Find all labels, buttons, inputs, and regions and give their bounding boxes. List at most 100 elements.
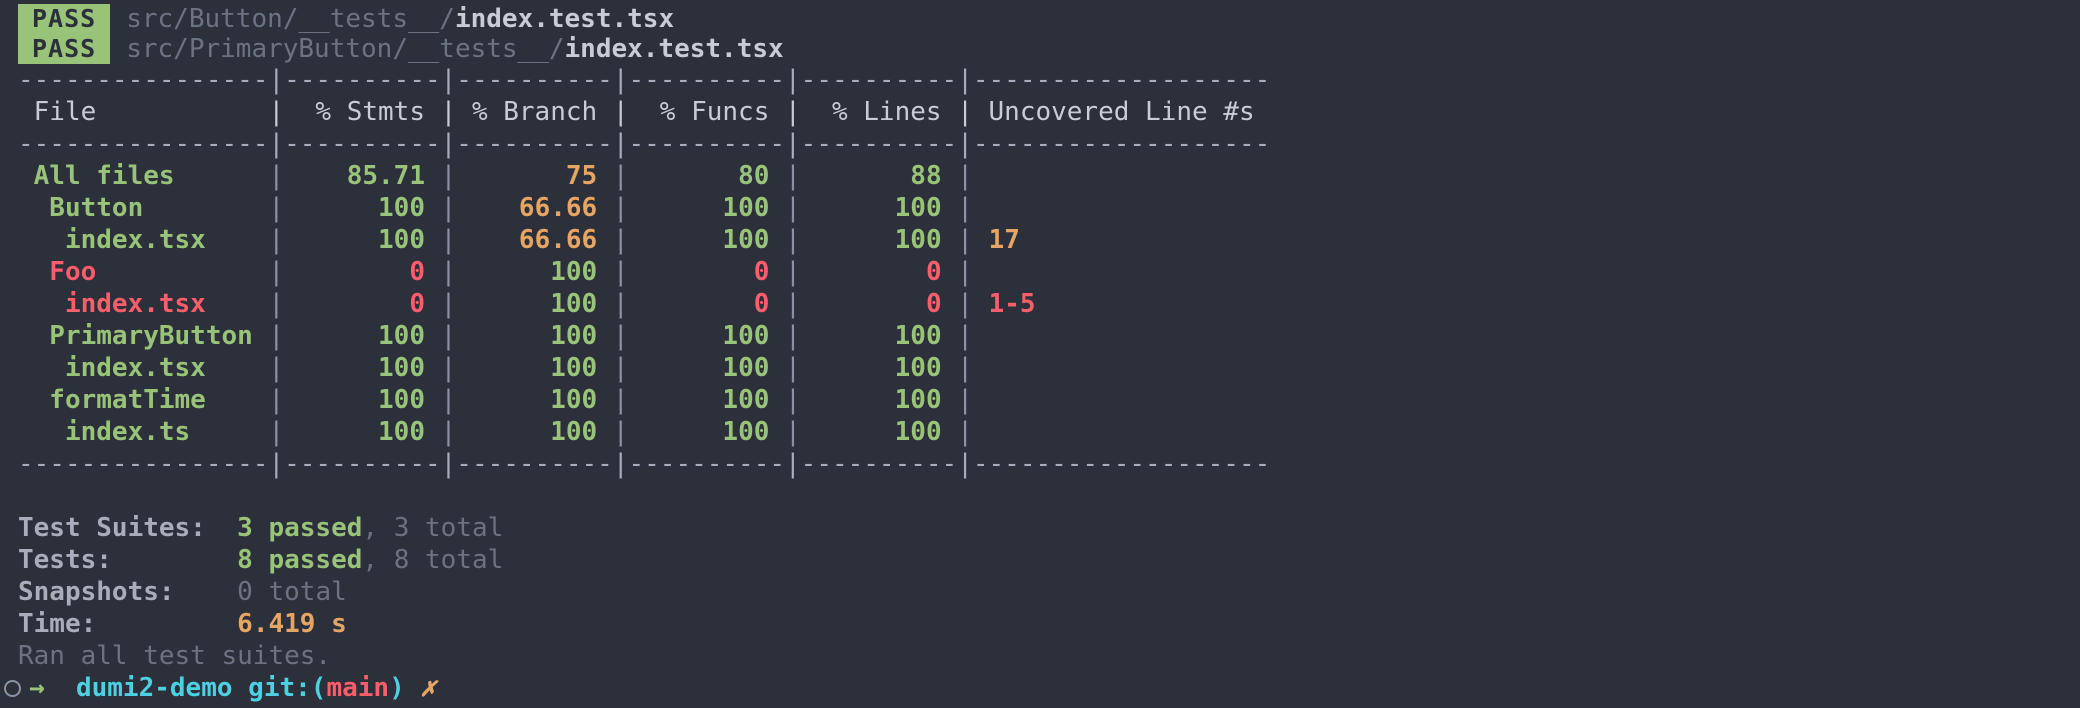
column-separator: | xyxy=(957,417,973,447)
summary-test-suites-passed: 3 passed xyxy=(237,513,363,543)
cell-lines: 100 xyxy=(800,321,958,351)
cell-branch: 100 xyxy=(456,353,613,383)
column-separator: | xyxy=(785,353,801,383)
cell-stmts: 100 xyxy=(284,225,441,255)
column-separator: | xyxy=(612,289,629,319)
cell-funcs: 100 xyxy=(628,225,786,255)
column-separator: | xyxy=(785,161,801,191)
table-row: index.tsx | 100 | 100 | 100 | 100 | xyxy=(0,352,2080,384)
cell-lines: 0 xyxy=(800,257,958,287)
cell-uncovered xyxy=(973,417,989,447)
terminal-window: PASS src/Button/__tests__/index.test.tsx P… xyxy=(0,0,2080,708)
cell-file: PrimaryButton xyxy=(18,321,269,351)
summary-tests: Tests: 8 passed, 8 total xyxy=(0,544,2080,576)
cell-file: All files xyxy=(18,161,269,191)
summary-time-value: 6.419 s xyxy=(237,609,347,639)
prompt-arrow-icon: → xyxy=(29,673,45,703)
cell-lines: 100 xyxy=(800,353,958,383)
cell-branch: 100 xyxy=(456,289,613,319)
prompt-git-suffix: ) xyxy=(389,673,405,703)
cell-file: index.tsx xyxy=(18,289,269,319)
cell-uncovered: 17 xyxy=(972,225,1020,255)
cell-branch: 100 xyxy=(456,321,613,351)
column-separator: | xyxy=(957,289,973,319)
column-separator: | xyxy=(440,225,457,255)
prompt-git-branch: main xyxy=(326,673,390,703)
column-separator: | xyxy=(785,321,801,351)
column-separator: | xyxy=(785,193,801,223)
column-separator: | xyxy=(440,161,457,191)
cell-file: index.tsx xyxy=(18,225,269,255)
column-separator: | xyxy=(612,417,629,447)
cell-lines: 88 xyxy=(800,161,958,191)
column-separator: | xyxy=(268,417,285,447)
shell-prompt[interactable]: → dumi2-demo git:(main) ✗ xyxy=(0,672,2080,704)
cell-branch: 100 xyxy=(456,385,613,415)
test-file-dir: src/Button/__tests__/ xyxy=(126,4,455,34)
column-separator: | xyxy=(612,225,629,255)
test-file-dir: src/PrimaryButton/__tests__/ xyxy=(126,34,565,64)
summary-tests-total: , 8 total xyxy=(362,545,504,575)
column-separator: | xyxy=(957,161,973,191)
column-separator: | xyxy=(440,385,457,415)
cell-funcs: 100 xyxy=(628,193,786,223)
table-rule-top: ----------------|----------|----------|-… xyxy=(18,65,1271,95)
cell-uncovered xyxy=(973,353,989,383)
table-row: index.tsx | 100 | 66.66 | 100 | 100 | 17 xyxy=(0,224,2080,256)
column-separator: | xyxy=(440,353,457,383)
cell-stmts: 0 xyxy=(284,289,441,319)
table-row: index.tsx | 0 | 100 | 0 | 0 | 1-5 xyxy=(0,288,2080,320)
table-row: Button | 100 | 66.66 | 100 | 100 | xyxy=(0,192,2080,224)
cell-lines: 100 xyxy=(800,225,958,255)
column-separator: | xyxy=(612,257,629,287)
table-row: formatTime | 100 | 100 | 100 | 100 | xyxy=(0,384,2080,416)
column-separator: | xyxy=(785,417,801,447)
column-separator: | xyxy=(268,161,285,191)
summary-snapshots-label: Snapshots: xyxy=(18,577,175,607)
cell-funcs: 100 xyxy=(628,385,786,415)
column-separator: | xyxy=(785,289,801,319)
cell-file: Button xyxy=(18,193,269,223)
table-row: All files | 85.71 | 75 | 80 | 88 | xyxy=(0,160,2080,192)
test-pass-line: PASS src/Button/__tests__/index.test.tsx xyxy=(0,4,2080,34)
column-separator: | xyxy=(612,161,629,191)
summary-time: Time: 6.419 s xyxy=(0,608,2080,640)
summary-tests-passed: 8 passed xyxy=(237,545,363,575)
cell-funcs: 0 xyxy=(628,289,786,319)
cell-stmts: 100 xyxy=(284,193,441,223)
cell-branch: 66.66 xyxy=(456,225,613,255)
column-separator: | xyxy=(268,257,285,287)
column-separator: | xyxy=(957,193,973,223)
column-separator: | xyxy=(957,225,973,255)
summary-time-label: Time: xyxy=(18,609,97,639)
cell-branch: 100 xyxy=(456,417,613,447)
cell-lines: 100 xyxy=(800,417,958,447)
cell-funcs: 100 xyxy=(628,321,786,351)
cell-funcs: 0 xyxy=(628,257,786,287)
summary-snapshots: Snapshots: 0 total xyxy=(0,576,2080,608)
cell-file: index.ts xyxy=(18,417,269,447)
column-separator: | xyxy=(612,385,629,415)
test-file-name: index.test.tsx xyxy=(454,4,675,34)
cell-funcs: 80 xyxy=(628,161,786,191)
column-separator: | xyxy=(785,225,801,255)
column-separator: | xyxy=(957,385,973,415)
table-rule-mid: ----------------|----------|----------|-… xyxy=(18,129,1271,159)
prompt-circle-icon xyxy=(4,680,21,697)
cell-file: index.tsx xyxy=(18,353,269,383)
column-separator: | xyxy=(268,385,285,415)
cell-lines: 100 xyxy=(800,193,958,223)
table-row: PrimaryButton | 100 | 100 | 100 | 100 | xyxy=(0,320,2080,352)
cell-branch: 66.66 xyxy=(456,193,613,223)
summary-snapshots-total: 0 total xyxy=(237,577,347,607)
column-separator: | xyxy=(612,193,629,223)
column-separator: | xyxy=(612,321,629,351)
table-row: index.ts | 100 | 100 | 100 | 100 | xyxy=(0,416,2080,448)
cell-funcs: 100 xyxy=(628,353,786,383)
cell-uncovered xyxy=(973,257,989,287)
pass-lines-block: PASS src/Button/__tests__/index.test.tsx P… xyxy=(0,4,2080,64)
column-separator: | xyxy=(785,257,801,287)
cell-funcs: 100 xyxy=(628,417,786,447)
prompt-cwd: dumi2-demo xyxy=(75,673,233,703)
